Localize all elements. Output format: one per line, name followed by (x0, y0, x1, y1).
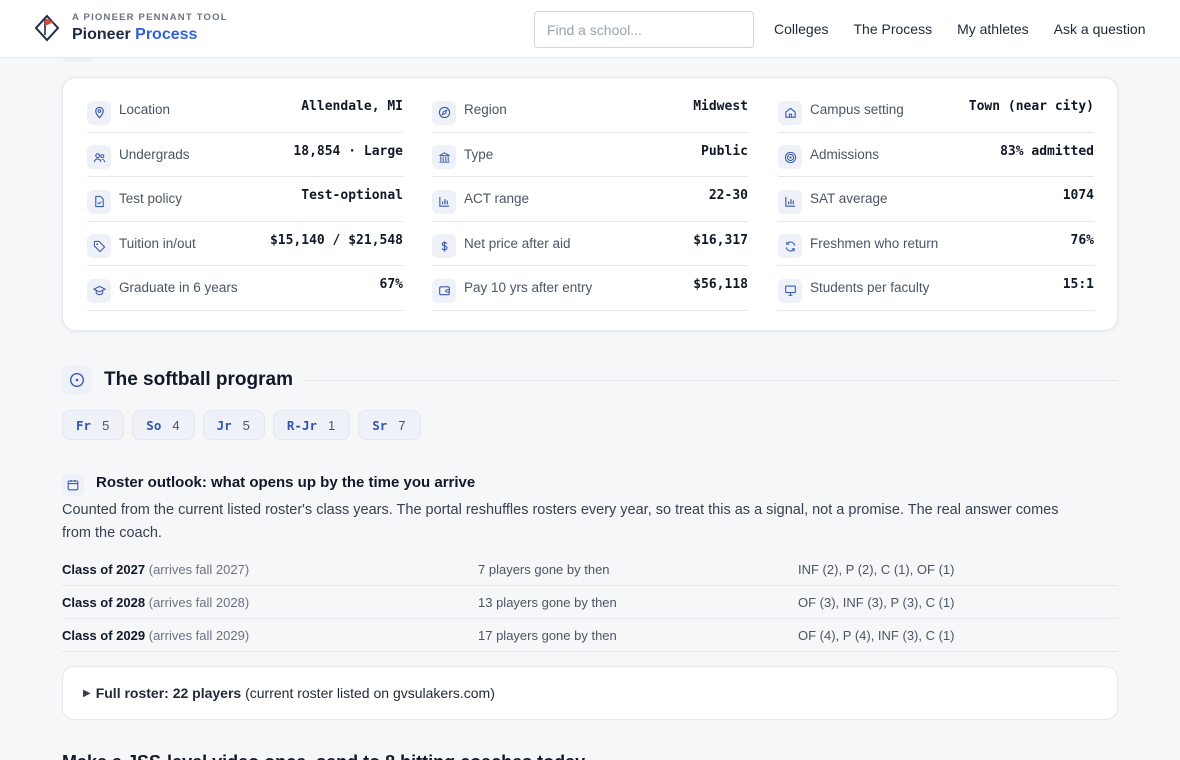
class-pill-r-jr[interactable]: R-Jr 1 (272, 410, 351, 440)
facts-column-1: Location Allendale, MI Undergrads 18,854… (87, 88, 403, 311)
school-search-input[interactable] (534, 11, 754, 48)
roster-outlook-description: Counted from the current listed roster's… (62, 502, 1059, 541)
presentation-icon (778, 278, 802, 303)
table-row: Class of 2027 (arrives fall 2027) 7 play… (62, 553, 1118, 586)
roster-outlook-table: Class of 2027 (arrives fall 2027) 7 play… (62, 553, 1118, 652)
fact-row: ACT range 22-30 (432, 177, 748, 222)
brand-kicker: A PIONEER PENNANT TOOL (72, 12, 228, 23)
facts-column-3: Campus setting Town (near city) Admissio… (778, 88, 1094, 311)
section-title: The softball program (104, 369, 293, 390)
roster-outlook-title: Roster outlook: what opens up by the tim… (96, 473, 476, 491)
school-facts-card: Location Allendale, MI Undergrads 18,854… (62, 77, 1118, 331)
fact-row: Freshmen who return 76% (778, 222, 1094, 266)
caret-right-icon: ▶ (83, 687, 91, 699)
full-roster-summary: Full roster: 22 players (current roster … (95, 685, 495, 701)
softball-program-header: The softball program (62, 364, 1118, 396)
next-section-title: Make a JSS-level video once, send to 8 h… (62, 752, 585, 760)
bar-chart-icon (432, 189, 456, 214)
institution-icon (432, 145, 456, 170)
fact-row: Campus setting Town (near city) (778, 88, 1094, 133)
bar-chart-icon (778, 189, 802, 214)
wallet-icon (432, 278, 456, 303)
roster-outlook-header: Roster outlook: what opens up by the tim… (62, 468, 475, 496)
fact-row: Type Public (432, 133, 748, 177)
info-circle-icon (62, 365, 92, 395)
top-header: A PIONEER PENNANT TOOL Pioneer Process C… (0, 0, 1180, 58)
fact-row: Region Midwest (432, 88, 748, 133)
graduation-cap-icon (87, 278, 111, 303)
fact-row: Net price after aid $16,317 (432, 222, 748, 266)
nav-colleges[interactable]: Colleges (774, 21, 828, 37)
dollar-icon (432, 234, 456, 259)
class-pill-jr[interactable]: Jr 5 (202, 410, 265, 440)
fact-row: Students per faculty 15:1 (778, 266, 1094, 311)
refresh-icon (778, 234, 802, 259)
price-tag-icon (87, 234, 111, 259)
facts-column-2: Region Midwest Type Public ACT range 22-… (432, 88, 748, 311)
pennant-logo-icon (34, 14, 60, 42)
full-roster-toggle[interactable]: ▶ Full roster: 22 players (current roste… (62, 666, 1118, 720)
section-divider (304, 379, 1118, 381)
location-pin-icon (87, 100, 111, 125)
fact-row: Pay 10 yrs after entry $56,118 (432, 266, 748, 311)
class-pill-so[interactable]: So 4 (132, 410, 195, 440)
nav-ask-a-question[interactable]: Ask a question (1054, 21, 1146, 37)
fact-row: Tuition in/out $15,140 / $21,548 (87, 222, 403, 266)
fact-row: Graduate in 6 years 67% (87, 266, 403, 311)
fact-row: SAT average 1074 (778, 177, 1094, 222)
users-icon (87, 145, 111, 170)
target-icon (778, 145, 802, 170)
class-pill-fr[interactable]: Fr 5 (62, 410, 125, 440)
fact-row: Undergrads 18,854 · Large (87, 133, 403, 177)
brand-name: Pioneer Process (72, 26, 198, 43)
main-nav: Colleges The Process My athletes Ask a q… (774, 0, 1146, 58)
home-icon (778, 100, 802, 125)
table-row: Class of 2028 (arrives fall 2028) 13 pla… (62, 586, 1118, 619)
brand[interactable]: A PIONEER PENNANT TOOL Pioneer Process (34, 12, 228, 44)
table-row: Class of 2029 (arrives fall 2029) 17 pla… (62, 619, 1118, 652)
class-year-pills: Fr 5 So 4 Jr 5 R-Jr 1 Sr 7 (62, 410, 429, 440)
document-icon (87, 189, 111, 214)
class-pill-sr[interactable]: Sr 7 (358, 410, 421, 440)
nav-the-process[interactable]: The Process (853, 21, 932, 37)
fact-row: Test policy Test-optional (87, 177, 403, 222)
fact-row: Admissions 83% admitted (778, 133, 1094, 177)
fact-row: Location Allendale, MI (87, 88, 403, 133)
section-icon-stub (62, 58, 92, 62)
calendar-icon (62, 474, 84, 496)
nav-my-athletes[interactable]: My athletes (957, 21, 1029, 37)
compass-icon (432, 100, 456, 125)
